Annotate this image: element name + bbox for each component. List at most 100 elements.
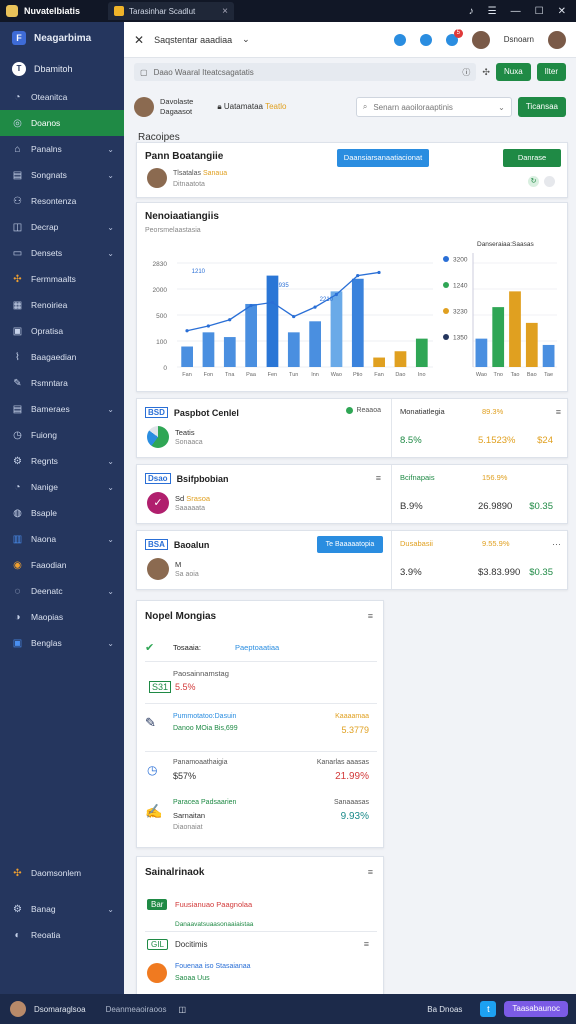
avatar[interactable] [147,168,167,188]
chevron-down-icon[interactable]: ⌄ [107,223,114,232]
cta-button[interactable]: Taasabaunoc [504,1001,568,1017]
avatar[interactable] [134,97,154,117]
chevron-down-icon[interactable]: ⌄ [107,639,114,648]
messages-icon[interactable] [419,33,432,46]
extension-icon[interactable]: ✣ [482,67,490,78]
bar [351,278,364,367]
close-window-icon[interactable]: ✕ [558,6,566,17]
top-bar-user[interactable]: Dsnoarn [504,35,534,44]
chevron-down-icon[interactable]: ⌄ [107,457,114,466]
x-tick-label: Bao [527,372,537,378]
avatar-secondary[interactable] [548,30,566,49]
sidebar-item-8[interactable]: ▦ Renoiriea [0,292,124,318]
sidebar-item-18[interactable]: ◉ Faaodian [0,552,124,578]
menu-icon[interactable]: ⋯ [552,539,561,550]
secondary-action-button[interactable]: Danrase [503,149,561,167]
sidebar-item-label: Rsmntara [31,378,68,388]
settings-icon[interactable] [393,33,406,46]
maximize-icon[interactable]: ☐ [535,6,544,17]
sidebar-item-23[interactable]: ⚙ Banag ⌄ [0,896,124,922]
top-bar-title: Saqstentar aaadiaa [154,34,233,45]
sidebar-item-0[interactable]: ◔ Oteanitca [0,84,124,110]
chevron-down-icon[interactable]: ⌄ [107,145,114,154]
sidebar-item-24[interactable]: ◐ Reoatia [0,922,124,948]
menu-icon[interactable]: ☰ [488,6,497,17]
sidebar-item-9[interactable]: ▣ Opratisa [0,318,124,344]
sidebar-item-label: Reoatia [31,930,61,940]
metric-card-3: BSA Baoalun Te Baaaaatopia M Sa aoia Dusa… [136,530,568,590]
chevron-down-icon[interactable]: ⌄ [107,535,114,544]
sidebar-item-10[interactable]: ⌇ Baagaedian [0,344,124,370]
status-user[interactable]: Dsomaraglsoa [34,1005,86,1014]
sidebar-item-2[interactable]: ⌂ Panalns ⌄ [0,136,124,162]
sidebar-item-5[interactable]: ◫ Decrap ⌄ [0,214,124,240]
metric-code: BSA [145,539,168,550]
metric-line1: M [175,560,182,569]
sidebar-item-7[interactable]: ✣ Fermmaalts [0,266,124,292]
chevron-down-icon[interactable]: ⌄ [107,405,114,414]
metric-action-button[interactable]: Te Baaaaatopia [317,536,383,553]
sidebar-item-13[interactable]: ◷ Fuiong [0,422,124,448]
metric-value-1: 3.9% [400,567,422,578]
sidebar-item-11[interactable]: ✎ Rsmntara [0,370,124,396]
menu-icon[interactable]: ≡ [364,939,369,949]
browser-tab[interactable]: Tarasinhar Scadlut × [108,2,234,20]
sidebar-item-15[interactable]: ◔ Nanige ⌄ [0,474,124,500]
sidebar-item-3[interactable]: ▤ Songnats ⌄ [0,162,124,188]
chat-icon[interactable]: ◫ [179,1005,187,1014]
close-icon[interactable]: ✕ [134,33,144,47]
sidebar-item-21[interactable]: ▣ Benglas ⌄ [0,630,124,656]
user-avatar-icon: T [12,62,26,76]
menu-icon[interactable]: ≡ [556,407,561,417]
chevron-down-icon[interactable]: ⌄ [498,103,505,112]
sidebar-brand[interactable]: F Neagarbima [0,22,124,54]
sidebar-item-12[interactable]: ▤ Bameraes ⌄ [0,396,124,422]
sidebar-item-20[interactable]: ◑ Maopias [0,604,124,630]
chevron-down-icon[interactable]: ⌄ [242,34,250,45]
primary-action-button[interactable]: Daansiarsanaatiacionat [337,149,429,167]
sidebar-item-14[interactable]: ⚙ Regnts ⌄ [0,448,124,474]
chevron-down-icon[interactable]: ⌄ [107,587,114,596]
timer-icon: ◷ [147,763,158,777]
sidebar-item-4[interactable]: ⚇ Resontenza [0,188,124,214]
chevron-down-icon[interactable]: ⌄ [107,171,114,180]
sidebar-item-icon: ⚙ [13,455,22,467]
info-icon[interactable]: ⓘ [462,67,470,78]
sidebar-item-19[interactable]: ◌ Deenatc ⌄ [0,578,124,604]
action-button[interactable]: Ticansaa [517,97,566,117]
refresh-icon[interactable]: ↻ [528,176,539,187]
search-icon: ⌕ [362,102,368,111]
filter-button[interactable]: Ilter [536,63,566,81]
notifications-icon[interactable]: 5 [445,28,463,46]
menu-icon[interactable]: ≡ [368,867,373,877]
music-icon[interactable]: ♪ [469,6,474,17]
sidebar-item-16[interactable]: ◍ Bsaple [0,500,124,526]
tab-close-icon[interactable]: × [222,6,228,17]
chevron-down-icon[interactable]: ⌄ [107,483,114,492]
menu-icon[interactable]: ≡ [368,611,373,621]
sidebar-item-icon: ◐ [14,929,21,941]
avatar[interactable] [10,1001,26,1017]
twitter-icon[interactable]: t [480,1001,497,1017]
sidebar-item-6[interactable]: ▭ Densets ⌄ [0,240,124,266]
sidebar-item-17[interactable]: ▥ Naona ⌄ [0,526,124,552]
sidebar-item-22[interactable]: ✣ Daomsonlem [0,860,124,886]
search-input[interactable]: ⌕ Senarn aaoiloraaptinis ⌄ [355,97,512,117]
sidebar-user[interactable]: T Dbamitoh [0,54,124,84]
minimize-icon[interactable]: — [511,6,521,17]
avatar[interactable] [471,30,490,49]
data-label: 1210 [192,269,206,275]
menu-icon[interactable]: ≡ [376,473,381,483]
trend-line [186,271,380,332]
status-right[interactable]: Ba Dnoas [427,1005,462,1014]
chevron-down-icon[interactable]: ⌄ [107,249,114,258]
address-bar[interactable]: ▢ Daao Waaral Iteatcsagatatis ⓘ [134,63,477,81]
chevron-down-icon[interactable]: ⌄ [107,905,114,914]
trend-point [185,329,189,333]
new-button[interactable]: Nuxa [495,63,531,81]
list-item-sub: Sarnaitan [173,811,206,820]
more-icon[interactable] [544,176,555,187]
list-item-value: 5.5% [175,682,196,692]
list-item-sub2: Diaonaiat [173,824,203,831]
sidebar-item-1[interactable]: ◎ Doanos [0,110,124,136]
